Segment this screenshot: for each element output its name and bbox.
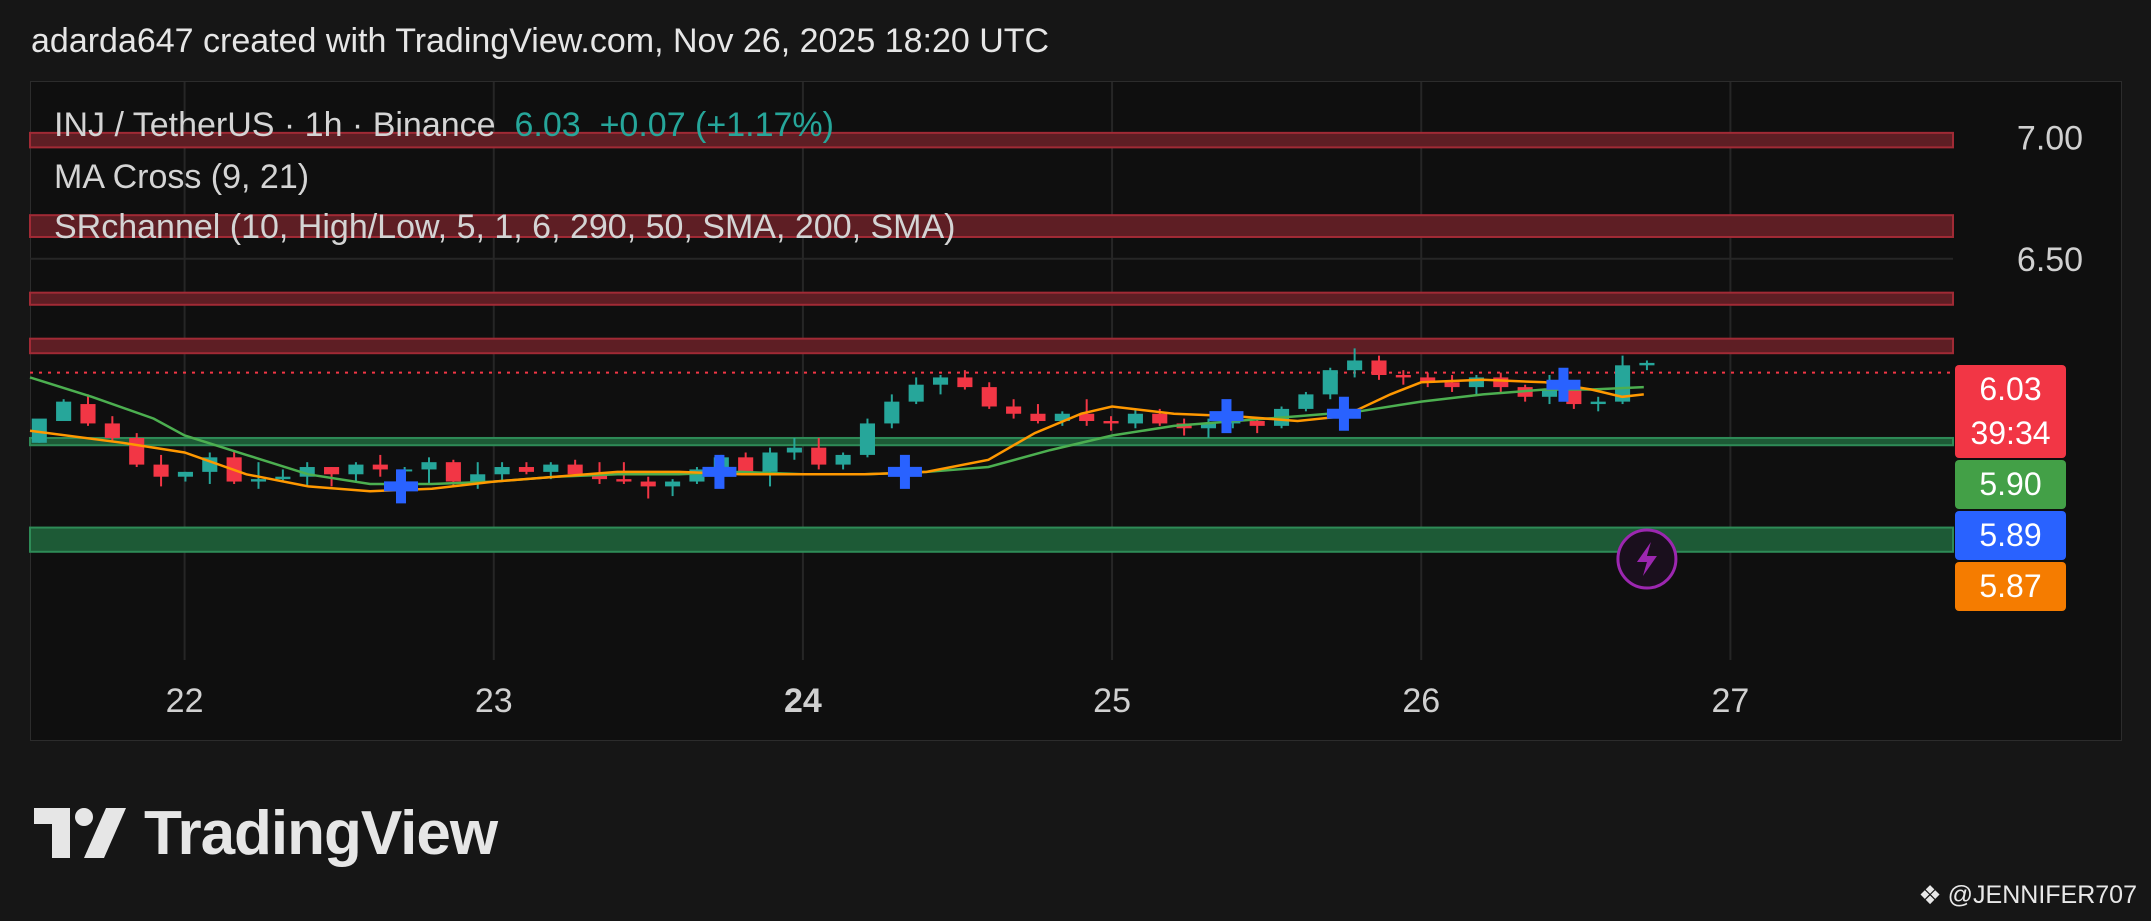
resistance-zone <box>29 337 1954 355</box>
candle-body <box>567 464 583 475</box>
candle-body <box>1030 413 1046 422</box>
candle-body <box>80 404 96 424</box>
candle-body <box>275 476 291 480</box>
watermark: ❖ @JENNIFER707 <box>1918 880 2137 911</box>
candle-body <box>1566 389 1582 405</box>
candle-body <box>104 423 120 438</box>
candle-body <box>1590 401 1606 405</box>
watermark-text: @JENNIFER707 <box>1947 881 2137 909</box>
candle-body <box>1322 370 1338 395</box>
candle-body <box>981 387 997 407</box>
legend-srchannel[interactable]: SRchannel (10, High/Low, 5, 1, 6, 290, 5… <box>54 208 956 247</box>
candle-body <box>640 481 656 487</box>
price-label-value: 5.89 <box>1979 517 2041 553</box>
legend-symbol[interactable]: INJ / TetherUS · 1h · Binance <box>54 106 496 144</box>
candle-body <box>1371 360 1387 376</box>
x-tick-label: 23 <box>475 682 513 720</box>
ma-cross-markers <box>383 367 1678 590</box>
sr-channel-zones <box>29 131 1954 553</box>
tradingview-wordmark: TradingView <box>144 798 498 868</box>
candle-body <box>470 474 486 482</box>
price-label-value: 5.87 <box>1979 568 2041 604</box>
candle-body <box>1639 362 1655 366</box>
price-label-value: 5.90 <box>1979 466 2041 502</box>
x-tick-label: 22 <box>166 682 204 720</box>
y-tick-label: 7.00 <box>2017 120 2083 158</box>
ma-fast-line <box>29 378 1644 493</box>
legend-price: 6.03 <box>514 106 581 144</box>
candle-body <box>153 464 169 477</box>
candle-body <box>1347 360 1363 371</box>
x-tick-label: 25 <box>1093 682 1131 720</box>
candle-body <box>1249 421 1265 426</box>
ma-cross-marker <box>702 454 737 489</box>
candle-body <box>665 481 681 487</box>
price-label-value: 6.03 <box>1979 371 2041 407</box>
candle-body <box>1298 394 1314 409</box>
candle-body <box>1152 413 1168 424</box>
ma-cross-marker <box>887 454 922 489</box>
ma-cross-marker <box>383 469 418 504</box>
ma-cross-marker <box>1326 396 1361 431</box>
candle-body <box>1493 377 1509 388</box>
candle-body <box>859 423 876 455</box>
candle-body <box>786 447 802 453</box>
candle-body <box>324 467 340 475</box>
candle-body <box>835 454 851 465</box>
legend-symbol-row[interactable]: INJ / TetherUS · 1h · Binance 6.03 +0.07… <box>54 106 834 145</box>
legend-change: +0.07 (+1.17%) <box>599 106 834 144</box>
candle-body <box>738 457 754 472</box>
candle-body <box>1103 421 1119 424</box>
candle-body <box>56 401 72 422</box>
x-tick-label: 26 <box>1402 682 1440 720</box>
support-zone <box>29 436 1954 447</box>
candle-body <box>908 384 924 402</box>
candle-body <box>1006 406 1022 414</box>
candle-body <box>1444 382 1460 388</box>
candle-body <box>518 467 534 472</box>
candles <box>31 348 1655 499</box>
candle-body <box>177 471 193 477</box>
candle-body <box>811 447 827 465</box>
diamond-icon: ❖ <box>1918 880 1942 910</box>
resistance-zone <box>29 291 1954 306</box>
candle-body <box>884 401 900 424</box>
candle-body <box>932 377 949 385</box>
candle-body <box>494 467 510 475</box>
candle-body <box>372 464 388 470</box>
ma-slow-line <box>29 376 1644 486</box>
candle-body <box>445 462 461 482</box>
y-tick-label: 6.50 <box>2017 241 2083 279</box>
candle-body <box>1395 375 1411 378</box>
ma-lines <box>29 376 1644 493</box>
price-labels: 6.03 39:34 5.90 5.89 5.87 <box>1955 365 2066 611</box>
candle-body <box>543 464 559 472</box>
candle-body <box>616 479 632 482</box>
candle-body <box>1127 413 1143 424</box>
candle-body <box>250 479 267 482</box>
candle-body <box>957 377 973 388</box>
candle-body <box>348 464 364 475</box>
tradingview-brand[interactable]: TradingView <box>34 799 498 868</box>
candle-body <box>762 452 778 472</box>
x-tick-label: 27 <box>1711 682 1749 720</box>
legend-ma-cross[interactable]: MA Cross (9, 21) <box>54 158 309 197</box>
candle-body <box>421 462 437 470</box>
tradingview-logo-icon <box>34 808 126 858</box>
candle-body <box>129 437 145 465</box>
x-tick-label: 24 <box>784 682 822 720</box>
price-label-countdown: 39:34 <box>1970 415 2050 451</box>
